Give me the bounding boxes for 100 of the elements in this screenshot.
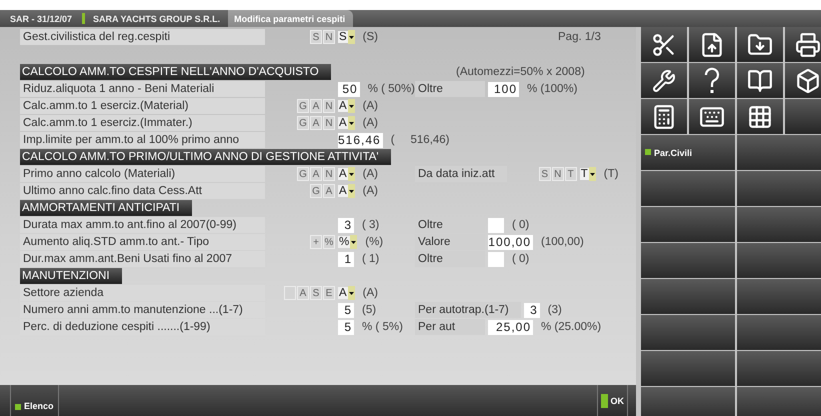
input-field[interactable]: 5 bbox=[338, 302, 354, 318]
blank-button[interactable] bbox=[737, 207, 821, 242]
input-field[interactable]: 3 bbox=[338, 218, 354, 232]
option-button[interactable]: G bbox=[310, 184, 322, 198]
blank-button[interactable] bbox=[737, 387, 821, 416]
ok-button[interactable]: OK bbox=[596, 385, 628, 416]
blank-button[interactable] bbox=[737, 315, 821, 350]
field-label: Da data iniz.att bbox=[415, 166, 507, 182]
scissors-icon bbox=[651, 32, 677, 58]
option-button[interactable]: G bbox=[297, 116, 309, 130]
default-value: (T) bbox=[604, 168, 618, 180]
blank-button[interactable] bbox=[641, 243, 735, 278]
option-button[interactable]: N bbox=[323, 99, 335, 113]
option-button[interactable]: S bbox=[310, 286, 322, 300]
input-field[interactable] bbox=[488, 252, 504, 266]
blank-button[interactable] bbox=[737, 171, 821, 206]
blank-button[interactable] bbox=[737, 243, 821, 278]
toolbar-button[interactable] bbox=[641, 99, 687, 134]
field-label: Primo anno calcolo (Materiali) bbox=[20, 166, 265, 182]
input-field[interactable]: 5 bbox=[338, 320, 354, 334]
input-field[interactable]: 50 bbox=[338, 82, 360, 96]
field-label: Per autotrap.(1-7) bbox=[415, 302, 521, 318]
cube-icon bbox=[795, 68, 821, 94]
blank-button[interactable] bbox=[641, 207, 735, 242]
elenco-button[interactable]: Elenco bbox=[10, 385, 59, 416]
option-button[interactable]: A bbox=[310, 116, 322, 130]
breadcrumb-tab[interactable]: Modifica parametri cespiti bbox=[228, 10, 354, 27]
default-value: (100,00) bbox=[541, 236, 584, 248]
section-header: AMMORTAMENTI ANTICIPATI bbox=[20, 200, 192, 216]
section-header: CALCOLO AMM.TO PRIMO/ULTIMO ANNO DI GESTIONE ATTIVITA' bbox=[20, 149, 391, 165]
default-value: (S) bbox=[362, 31, 378, 43]
input-field[interactable]: 100 bbox=[488, 82, 519, 96]
toolbar-button[interactable] bbox=[785, 27, 821, 62]
toolbar-button[interactable] bbox=[689, 99, 735, 134]
toolbar-button[interactable] bbox=[737, 99, 783, 134]
option-button[interactable]: N bbox=[323, 116, 335, 130]
default-value: (A) bbox=[362, 168, 378, 180]
option-button[interactable] bbox=[284, 286, 296, 300]
field-label: Riduz.aliquota 1 anno - Beni Materiali bbox=[20, 81, 265, 97]
page-indicator: Pag. 1/3 bbox=[558, 31, 601, 43]
blank-button[interactable] bbox=[737, 351, 821, 386]
field-label: Calc.amm.to 1 esercіz.(Immater.) bbox=[20, 115, 265, 131]
default-value: % ( 50%) bbox=[368, 83, 415, 95]
printer-icon bbox=[795, 32, 821, 58]
option-button[interactable]: T bbox=[564, 167, 577, 181]
field-label: Numero anni amm.to manutenzione ...(1-7) bbox=[20, 302, 265, 318]
option-button[interactable]: A bbox=[310, 99, 322, 113]
input-field[interactable]: 25,00 bbox=[488, 320, 533, 334]
option-button[interactable]: N bbox=[552, 167, 564, 181]
breadcrumb-tab[interactable]: SARA YACHTS GROUP S.R.L. bbox=[87, 10, 228, 27]
default-value: (A) bbox=[362, 287, 378, 299]
field-label: Calc.amm.to 1 esercіz.(Material) bbox=[20, 98, 265, 114]
field-label: Durata max amm.to ant.fino al 2007(0-99) bbox=[20, 217, 265, 233]
option-button[interactable]: G bbox=[297, 167, 309, 181]
function-key[interactable]: Par.Civili bbox=[641, 135, 735, 170]
section-header: MANUTENZIONI bbox=[20, 268, 122, 284]
toolbar-button[interactable] bbox=[737, 63, 783, 98]
option-button[interactable]: N bbox=[323, 167, 335, 181]
field-label: Settore azienda bbox=[20, 285, 265, 301]
toolbar-button[interactable] bbox=[785, 63, 821, 98]
input-field[interactable]: 1 bbox=[338, 252, 354, 266]
field-label: Oltre bbox=[415, 81, 485, 97]
blank-button[interactable] bbox=[641, 351, 735, 386]
field-label: Aumento aliq.STD amm.to ant.- Tipo bbox=[20, 234, 265, 250]
option-button[interactable]: A bbox=[310, 167, 322, 181]
breadcrumb-tab[interactable]: SAR - 31/12/07 bbox=[4, 10, 80, 27]
keypad-icon bbox=[747, 104, 773, 130]
input-field[interactable]: 100,00 bbox=[488, 234, 533, 250]
default-value: % ( 5%) bbox=[362, 321, 403, 333]
toolbar-button[interactable] bbox=[689, 63, 735, 98]
toolbar-button[interactable] bbox=[737, 27, 783, 62]
blank-button[interactable] bbox=[641, 387, 735, 416]
blank-button[interactable] bbox=[737, 279, 821, 314]
option-button[interactable]: A bbox=[323, 184, 335, 198]
option-button[interactable]: N bbox=[323, 30, 335, 44]
input-field[interactable]: 3 bbox=[524, 302, 540, 318]
option-button[interactable]: % bbox=[323, 235, 335, 249]
toolbar-button[interactable] bbox=[689, 27, 735, 62]
field-label: Dur.max amm.ant.Beni Usati fino al 2007 bbox=[20, 251, 265, 267]
blank-button[interactable] bbox=[641, 315, 735, 350]
toolbar-button[interactable] bbox=[641, 27, 687, 62]
option-button[interactable]: A bbox=[297, 286, 309, 300]
book-icon bbox=[747, 68, 773, 94]
input-field[interactable]: 516,46 bbox=[338, 132, 383, 148]
dropdown[interactable]: T bbox=[580, 167, 596, 181]
blank-button[interactable] bbox=[641, 279, 735, 314]
option-button[interactable]: S bbox=[310, 30, 322, 44]
default-value: (%) bbox=[365, 236, 384, 248]
option-button[interactable]: G bbox=[297, 99, 309, 113]
option-button[interactable]: + bbox=[310, 235, 322, 249]
option-button[interactable]: E bbox=[323, 286, 335, 300]
toolbar-button[interactable] bbox=[641, 63, 687, 98]
wrench-icon bbox=[652, 68, 676, 92]
field-label: Oltre bbox=[415, 251, 485, 267]
option-button[interactable]: S bbox=[538, 167, 551, 181]
input-field[interactable] bbox=[488, 218, 504, 232]
default-value: (3) bbox=[548, 304, 562, 316]
section-note: (Automezzi=50% x 2008) bbox=[456, 66, 585, 78]
blank-button[interactable] bbox=[641, 171, 735, 206]
field-label: Gest.civilistica del reg.cespiti bbox=[20, 29, 265, 45]
